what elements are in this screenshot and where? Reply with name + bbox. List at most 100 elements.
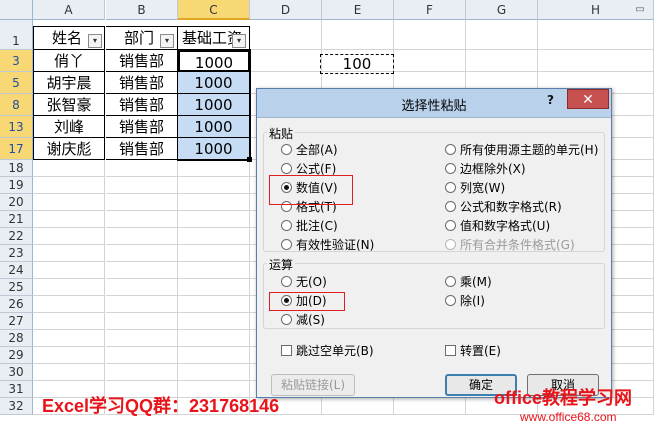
cell[interactable] bbox=[538, 50, 654, 72]
column-header-c[interactable]: C bbox=[178, 0, 250, 20]
select-all-corner[interactable] bbox=[0, 0, 33, 20]
cell[interactable] bbox=[106, 262, 178, 279]
paste-option-right-4[interactable]: 值和数字格式(U) bbox=[445, 218, 550, 234]
cell[interactable] bbox=[178, 194, 250, 211]
name-cell[interactable]: 谢庆彪 bbox=[33, 138, 105, 160]
row-header-23[interactable]: 23 bbox=[0, 245, 33, 262]
cell[interactable] bbox=[178, 279, 250, 296]
copied-cell-marquee[interactable]: 100 bbox=[320, 54, 394, 74]
cell[interactable] bbox=[178, 245, 250, 262]
row-header-13[interactable]: 13 bbox=[0, 116, 33, 138]
cell[interactable] bbox=[33, 330, 105, 347]
row-header-30[interactable]: 30 bbox=[0, 364, 33, 381]
operation-option-right-0[interactable]: 乘(M) bbox=[445, 274, 492, 290]
filter-dropdown-icon[interactable]: ▾ bbox=[88, 34, 102, 48]
table-header-cell[interactable]: 部门 ▾ bbox=[106, 26, 178, 50]
department-cell[interactable]: 销售部 bbox=[106, 138, 178, 160]
cell[interactable] bbox=[106, 364, 178, 381]
cell[interactable] bbox=[33, 211, 105, 228]
row-header-31[interactable]: 31 bbox=[0, 381, 33, 398]
cell[interactable] bbox=[106, 296, 178, 313]
cell[interactable] bbox=[106, 330, 178, 347]
cell[interactable] bbox=[178, 347, 250, 364]
table-header-cell[interactable]: 基础工资 ▾ bbox=[178, 26, 250, 50]
column-header-b[interactable]: B bbox=[106, 0, 178, 20]
operation-option-left-2[interactable]: 减(S) bbox=[281, 312, 325, 328]
cell[interactable] bbox=[322, 20, 394, 50]
cell[interactable] bbox=[33, 245, 105, 262]
paste-option-left-5[interactable]: 有效性验证(N) bbox=[281, 237, 374, 253]
row-header-29[interactable]: 29 bbox=[0, 347, 33, 364]
row-header-22[interactable]: 22 bbox=[0, 228, 33, 245]
cell[interactable] bbox=[322, 398, 394, 415]
cell[interactable] bbox=[106, 160, 178, 177]
cell[interactable] bbox=[106, 194, 178, 211]
department-cell[interactable]: 销售部 bbox=[106, 50, 178, 72]
row-header-18[interactable]: 18 bbox=[0, 160, 33, 177]
department-cell[interactable]: 销售部 bbox=[106, 72, 178, 94]
cell[interactable] bbox=[178, 330, 250, 347]
row-header-8[interactable]: 8 bbox=[0, 94, 33, 116]
cell[interactable] bbox=[33, 279, 105, 296]
operation-option-right-1[interactable]: 除(I) bbox=[445, 293, 485, 309]
operation-option-left-0[interactable]: 无(O) bbox=[281, 274, 327, 290]
cell[interactable] bbox=[250, 20, 322, 50]
name-cell[interactable]: 俏丫 bbox=[33, 50, 105, 72]
fill-handle[interactable] bbox=[247, 157, 252, 162]
help-icon[interactable]: ? bbox=[547, 93, 554, 107]
row-header-3[interactable]: 3 bbox=[0, 50, 33, 72]
cell[interactable] bbox=[33, 262, 105, 279]
column-header-g[interactable]: G bbox=[466, 0, 538, 20]
column-header-f[interactable]: F bbox=[394, 0, 466, 20]
paste-option-left-0[interactable]: 全部(A) bbox=[281, 142, 338, 158]
row-header-5[interactable]: 5 bbox=[0, 72, 33, 94]
cell[interactable] bbox=[106, 313, 178, 330]
cell[interactable] bbox=[106, 279, 178, 296]
cell[interactable] bbox=[178, 296, 250, 313]
row-header-17[interactable]: 17 bbox=[0, 138, 33, 160]
column-header-d[interactable]: D bbox=[250, 0, 322, 20]
cell[interactable] bbox=[33, 160, 105, 177]
paste-link-button[interactable]: 粘贴链接(L) bbox=[271, 374, 355, 396]
cell[interactable] bbox=[33, 228, 105, 245]
cell[interactable] bbox=[106, 347, 178, 364]
cell[interactable] bbox=[466, 50, 538, 72]
cell[interactable] bbox=[178, 364, 250, 381]
row-header-26[interactable]: 26 bbox=[0, 296, 33, 313]
paste-option-right-0[interactable]: 所有使用源主题的单元(H) bbox=[445, 142, 598, 158]
paste-option-left-4[interactable]: 批注(C) bbox=[281, 218, 338, 234]
cell[interactable] bbox=[178, 160, 250, 177]
cell[interactable] bbox=[178, 228, 250, 245]
row-header-20[interactable]: 20 bbox=[0, 194, 33, 211]
column-header-e[interactable]: E bbox=[322, 0, 394, 20]
cell[interactable] bbox=[33, 364, 105, 381]
salary-cell[interactable]: 1000 bbox=[178, 72, 250, 94]
cell[interactable] bbox=[33, 177, 105, 194]
filter-active-icon[interactable]: ▾ bbox=[160, 34, 174, 48]
row-header-19[interactable]: 19 bbox=[0, 177, 33, 194]
paste-option-right-1[interactable]: 边框除外(X) bbox=[445, 161, 526, 177]
row-header-21[interactable]: 21 bbox=[0, 211, 33, 228]
cell[interactable] bbox=[33, 296, 105, 313]
cell[interactable] bbox=[106, 245, 178, 262]
cell[interactable] bbox=[33, 313, 105, 330]
paste-option-right-5[interactable]: 所有合并条件格式(G) bbox=[445, 237, 575, 253]
salary-cell[interactable]: 1000 bbox=[178, 50, 250, 72]
skip-blanks-checkbox[interactable]: 跳过空单元(B) bbox=[281, 343, 374, 359]
department-cell[interactable]: 销售部 bbox=[106, 116, 178, 138]
row-header-1[interactable]: 1 bbox=[0, 20, 33, 50]
cell[interactable] bbox=[33, 194, 105, 211]
salary-cell[interactable]: 1000 bbox=[178, 116, 250, 138]
paste-option-right-3[interactable]: 公式和数字格式(R) bbox=[445, 199, 562, 215]
cell[interactable] bbox=[178, 262, 250, 279]
name-cell[interactable]: 刘峰 bbox=[33, 116, 105, 138]
salary-cell[interactable]: 1000 bbox=[178, 94, 250, 116]
salary-cell[interactable]: 1000 bbox=[178, 138, 250, 160]
row-header-28[interactable]: 28 bbox=[0, 330, 33, 347]
table-header-cell[interactable]: 姓名 ▾ bbox=[33, 26, 105, 50]
cell[interactable] bbox=[250, 50, 322, 72]
column-header-a[interactable]: A bbox=[33, 0, 105, 20]
name-cell[interactable]: 胡宇晨 bbox=[33, 72, 105, 94]
cell[interactable] bbox=[538, 20, 654, 50]
cell[interactable] bbox=[33, 347, 105, 364]
